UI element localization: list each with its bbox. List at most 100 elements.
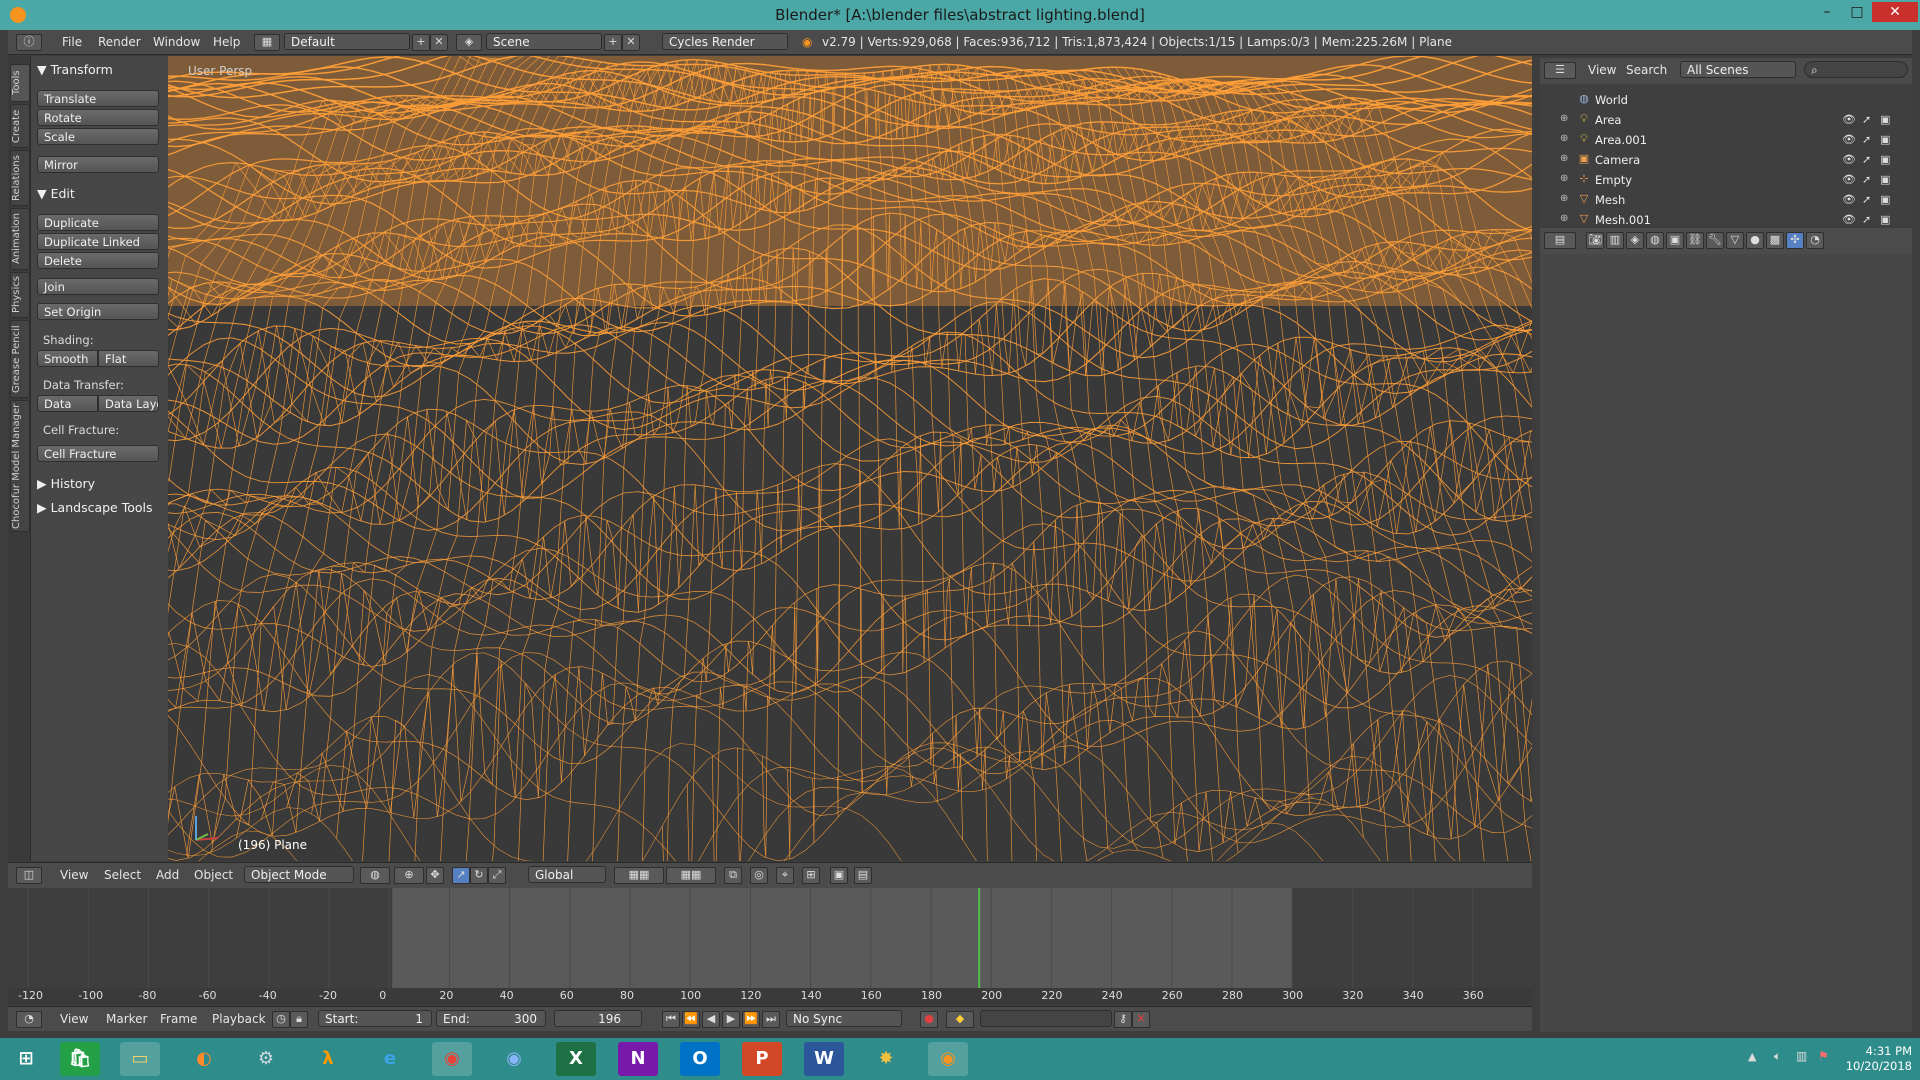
tab-tools[interactable]: Tools [10,64,30,102]
sync-mode-selector[interactable]: No Sync [786,1010,902,1027]
prev-keyframe-icon[interactable]: ⏪ [682,1011,700,1028]
outliner-editor-type-icon[interactable]: ☰ [1544,62,1576,79]
outliner-menu-view[interactable]: View [1588,63,1616,77]
rotate-button[interactable]: Rotate [37,109,159,126]
selectability-cursor-icon[interactable]: ➚ [1862,213,1871,226]
render-camera-icon[interactable]: ▣ [1880,133,1890,146]
history-panel-header[interactable]: ▶ History [37,476,95,491]
mirror-button[interactable]: Mirror [37,156,159,173]
world-tab-icon[interactable]: ◍ [1646,232,1664,249]
viewport-editor-type-icon[interactable]: ◫ [16,867,42,884]
data-button[interactable]: Data [37,395,98,412]
timeline-menu-marker[interactable]: Marker [106,1012,147,1026]
expand-icon[interactable]: ⊕ [1560,153,1568,164]
tab-physics[interactable]: Physics [10,272,30,318]
preview-range-icon[interactable]: ◷ [272,1011,290,1028]
smooth-button[interactable]: Smooth [37,350,98,367]
layers-grid-a[interactable]: ▦▦ [614,867,664,884]
visibility-eye-icon[interactable]: 👁︎ [1842,173,1856,186]
chrome-alt-icon[interactable]: ◉ [494,1042,534,1076]
screen-layout-icon[interactable]: ▦ [254,34,280,51]
visibility-eye-icon[interactable]: 👁︎ [1842,193,1856,206]
remove-scene-button[interactable]: ✕ [622,34,640,51]
network-icon[interactable]: ▥ [1796,1049,1807,1063]
lock-range-icon[interactable]: 🔒︎ [290,1011,308,1028]
transform-orientation-selector[interactable]: Global [528,866,606,883]
excel-icon[interactable]: X [556,1042,596,1076]
tab-create[interactable]: Create [10,104,30,148]
duplicate-linked-button[interactable]: Duplicate Linked [37,233,159,250]
selectability-cursor-icon[interactable]: ➚ [1862,193,1871,206]
volume-icon[interactable]: 🔈︎ [1774,1049,1781,1064]
render-camera-icon[interactable]: ▣ [1880,153,1890,166]
outliner-item[interactable]: ⊕ 💡︎ Area 👁︎ ➚ ▣ [1540,110,1900,130]
mode-selector[interactable]: Object Mode [244,866,354,883]
action-center-icon[interactable]: ⚑ [1818,1049,1829,1063]
pivot-point-icon[interactable]: ⊕ [394,867,424,884]
properties-editor-type-icon[interactable]: ▤ [1544,232,1576,249]
expand-icon[interactable]: ⊕ [1560,193,1568,204]
outliner-item[interactable]: ⊕ ▽ Mesh 👁︎ ➚ ▣ [1540,190,1900,210]
translate-button[interactable]: Translate [37,90,159,107]
data-layout-button[interactable]: Data Layo [98,395,159,412]
render-animation-icon[interactable]: ▤ [854,867,872,884]
visibility-eye-icon[interactable]: 👁︎ [1842,113,1856,126]
scene-icon[interactable]: ◈ [456,34,482,51]
timeline-editor-type-icon[interactable]: ◔ [16,1011,42,1028]
store-icon[interactable]: 🛍︎ [60,1042,100,1076]
scale-manipulator-icon[interactable]: ⤢ [488,867,506,884]
object-tab-icon[interactable]: ▣ [1666,232,1684,249]
outlook-icon[interactable]: O [680,1042,720,1076]
outliner-search-input[interactable]: ⌕ [1804,61,1908,78]
expand-icon[interactable]: ⊕ [1560,173,1568,184]
viewport-shading-icon[interactable]: ◍ [360,867,390,884]
landscape-tools-panel-header[interactable]: ▶ Landscape Tools [37,500,153,515]
join-button[interactable]: Join [37,278,159,295]
viewport-menu-view[interactable]: View [60,868,88,882]
tab-animation[interactable]: Animation [10,208,30,270]
firefox-icon[interactable]: ◐ [184,1042,224,1076]
visibility-eye-icon[interactable]: 👁︎ [1842,133,1856,146]
end-frame-field[interactable]: End: 300 [436,1010,546,1027]
render-preview-icon[interactable]: ▣ [830,867,848,884]
tab-relations[interactable]: Relations [10,150,30,206]
render-layers-tab-icon[interactable]: ▥ [1606,232,1624,249]
tab-chocofur-model-manager[interactable]: Chocofur Model Manager [10,400,30,532]
windows-start-icon[interactable]: ⊞ [6,1042,46,1076]
scale-button[interactable]: Scale [37,128,159,145]
viewport-menu-object[interactable]: Object [194,868,233,882]
render-engine-selector[interactable]: Cycles Render [662,33,788,50]
start-frame-field[interactable]: Start: 1 [318,1010,432,1027]
cell-fracture-button[interactable]: Cell Fracture [37,445,159,462]
insert-keyframe-icon[interactable]: ⚷ [1114,1011,1132,1028]
expand-icon[interactable]: ⊕ [1560,213,1568,224]
maximize-button[interactable]: □ [1842,2,1872,22]
manipulator-icon[interactable]: ✥ [426,867,444,884]
tab-grease-pencil[interactable]: Grease Pencil [10,320,30,398]
lock-layers-icon[interactable]: ⧉ [724,867,742,884]
system-clock[interactable]: 4:31 PM 10/20/2018 [1846,1044,1912,1074]
selectability-cursor-icon[interactable]: ➚ [1862,153,1871,166]
timeline[interactable] [8,888,1532,988]
visibility-eye-icon[interactable]: 👁︎ [1842,213,1856,226]
layout-selector[interactable]: Default [284,33,410,50]
half-life-icon[interactable]: λ [308,1042,348,1076]
tray-chevron-icon[interactable]: ▲ [1748,1050,1756,1063]
timeline-menu-frame[interactable]: Frame [160,1012,197,1026]
outliner-display-mode[interactable]: All Scenes [1680,61,1796,78]
davinci-resolve-icon[interactable]: ✸ [866,1042,906,1076]
file-explorer-icon[interactable]: ▭ [120,1042,160,1076]
snap-element-icon[interactable]: ⊞ [802,867,820,884]
add-scene-button[interactable]: + [604,34,622,51]
render-camera-icon[interactable]: ▣ [1880,213,1890,226]
selectability-cursor-icon[interactable]: ➚ [1862,113,1871,126]
delete-button[interactable]: Delete [37,252,159,269]
add-layout-button[interactable]: + [412,34,430,51]
onenote-icon[interactable]: N [618,1042,658,1076]
expand-icon[interactable]: ⊕ [1560,113,1568,124]
outliner-item[interactable]: ⊕ ▣ Camera 👁︎ ➚ ▣ [1540,150,1900,170]
proportional-edit-icon[interactable]: ◎ [750,867,768,884]
timeline-menu-playback[interactable]: Playback [212,1012,266,1026]
modifiers-tab-icon[interactable]: 🔧︎ [1706,232,1724,249]
jump-end-icon[interactable]: ⏭ [762,1011,780,1028]
